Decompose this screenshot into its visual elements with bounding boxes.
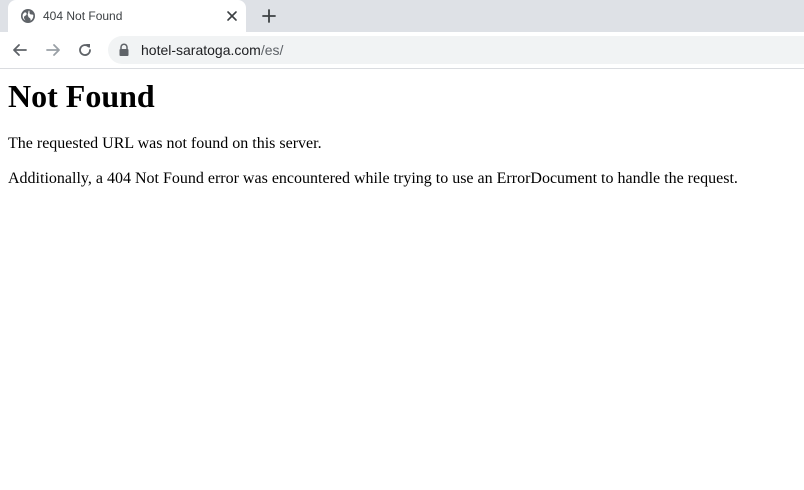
arrow-left-icon[interactable] (10, 40, 30, 60)
tab-active[interactable]: 404 Not Found (8, 0, 246, 32)
url-path: /es/ (260, 42, 284, 58)
lock-icon[interactable] (118, 43, 130, 57)
error-detail: Additionally, a 404 Not Found error was … (8, 170, 738, 187)
tab-title: 404 Not Found (43, 9, 123, 23)
address-bar[interactable]: hotel-saratoga.com/es/ (108, 36, 804, 64)
new-tab-icon[interactable] (259, 6, 279, 26)
close-icon[interactable] (224, 8, 240, 24)
arrow-right-icon[interactable] (43, 40, 63, 60)
globe-icon (21, 9, 35, 23)
page-title: Not Found (8, 78, 155, 114)
reload-icon[interactable] (75, 40, 95, 60)
url-text[interactable]: hotel-saratoga.com/es/ (141, 42, 283, 58)
browser-toolbar: hotel-saratoga.com/es/ (0, 32, 804, 69)
url-host: hotel-saratoga.com (141, 42, 261, 58)
tab-strip: 404 Not Found (0, 0, 804, 32)
error-message: The requested URL was not found on this … (8, 135, 322, 152)
